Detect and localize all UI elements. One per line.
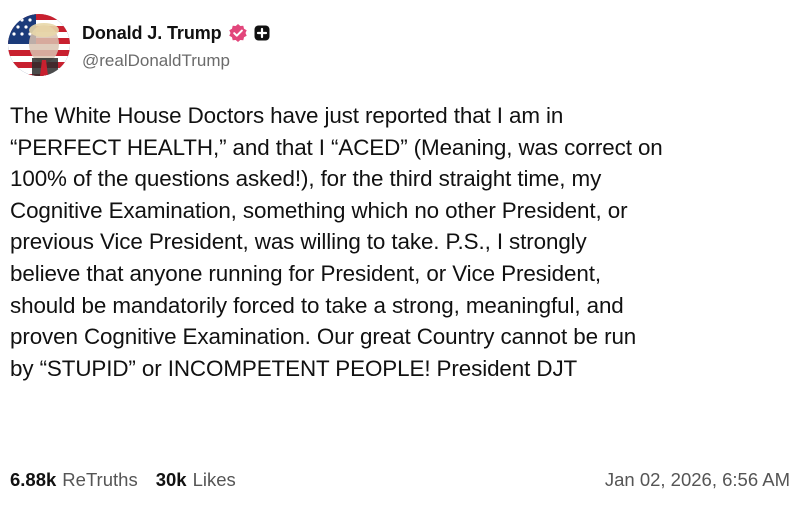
author-handle[interactable]: @realDonaldTrump [82,51,270,71]
retruths-label: ReTruths [62,469,138,490]
post-text-line: 100% of the questions asked!), for the t… [10,166,602,192]
retruths-stat[interactable]: 6.88k ReTruths [10,469,138,491]
post-timestamp[interactable]: Jan 02, 2026, 6:56 AM [605,469,790,491]
name-row: Donald J. Trump [82,19,270,47]
retruths-count: 6.88k [10,469,57,490]
author-names: Donald J. Trump @realDonaldTrump [82,19,270,71]
post-text-line: previous Vice President, was willing to … [10,229,587,255]
likes-count: 30k [155,469,187,490]
post-text-line: proven Cognitive Examination. Our great … [10,324,637,350]
post-text-line: “PERFECT HEALTH,” and that I “ACED” (Mea… [10,134,663,160]
display-name[interactable]: Donald J. Trump [82,23,222,44]
post-text-line: by “STUPID” or INCOMPETENT PEOPLE! Presi… [10,355,578,381]
post-footer: 6.88k ReTruths 30k Likes Jan 02, 2026, 6… [10,464,790,496]
post-header: Donald J. Trump @realDonaldTrump [8,10,270,80]
post-text-line: Cognitive Examination, something which n… [10,197,628,223]
likes-stat[interactable]: 30k Likes [156,469,236,491]
post-body: The White House Doctors have just report… [10,100,790,384]
post-text-line: should be mandatorily forced to take a s… [10,292,624,318]
post-text-line: believe that anyone running for Presiden… [10,260,601,286]
likes-label: Likes [192,469,236,490]
post-text-line: The White House Doctors have just report… [10,103,564,128]
plus-badge-icon [254,25,270,41]
verified-badge-icon [228,23,248,43]
profile-photo-flag-icon [8,14,70,76]
avatar[interactable] [8,14,70,76]
